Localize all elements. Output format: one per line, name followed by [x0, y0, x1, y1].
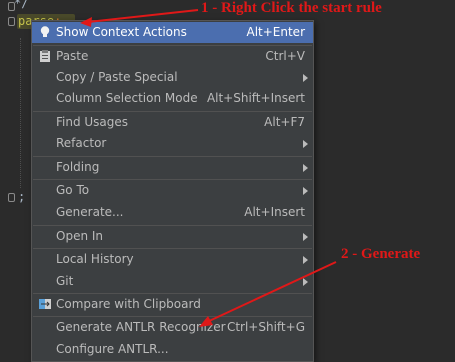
menu-item-label: Show Context Actions — [56, 25, 187, 39]
rule-end-semicolon: ; — [18, 190, 26, 204]
menu-item-label: Configure ANTLR... — [56, 342, 169, 356]
fold-marker-rule[interactable] — [8, 17, 15, 26]
menu-item-label: Git — [56, 274, 74, 288]
menu-item-paste[interactable]: Paste Ctrl+V — [32, 46, 313, 67]
submenu-arrow-icon — [303, 233, 308, 241]
menu-item-folding[interactable]: Folding — [32, 157, 313, 178]
editor-gutter — [0, 0, 14, 362]
menu-item-shortcut: Ctrl+Shift+G — [226, 320, 305, 334]
compare-icon — [38, 297, 52, 311]
comment-end-text: */ — [14, 0, 29, 10]
submenu-arrow-icon — [303, 164, 308, 172]
menu-item-label: Folding — [56, 160, 100, 174]
menu-item-generate-antlr-recognizer[interactable]: Generate ANTLR Recognizer Ctrl+Shift+G — [32, 317, 313, 338]
ide-screen: */ parse: ; Show Context Actions Alt+Ent… — [0, 0, 455, 362]
menu-item-go-to[interactable]: Go To — [32, 180, 313, 201]
context-menu: Show Context Actions Alt+Enter Paste Ctr… — [31, 20, 314, 362]
menu-item-show-context-actions[interactable]: Show Context Actions Alt+Enter — [32, 22, 313, 43]
menu-item-label: Go To — [56, 183, 90, 197]
annotation-step-2: 2 - Generate — [341, 246, 421, 262]
clipboard-icon — [38, 49, 52, 63]
menu-item-label: Generate ANTLR Recognizer — [56, 320, 226, 334]
menu-item-find-usages[interactable]: Find Usages Alt+F7 — [32, 112, 313, 133]
fold-marker-end[interactable] — [8, 193, 15, 202]
menu-item-label: Paste — [56, 49, 89, 63]
submenu-arrow-icon — [303, 256, 308, 264]
menu-item-refactor[interactable]: Refactor — [32, 133, 313, 154]
menu-item-label: Generate... — [56, 205, 124, 219]
menu-item-compare-with-clipboard[interactable]: Compare with Clipboard — [32, 294, 313, 315]
menu-item-label: Column Selection Mode — [56, 91, 198, 105]
menu-item-open-in[interactable]: Open In — [32, 226, 313, 247]
menu-item-label: Refactor — [56, 136, 107, 150]
submenu-arrow-icon — [303, 140, 308, 148]
lightbulb-icon — [38, 25, 52, 39]
menu-item-git[interactable]: Git — [32, 271, 313, 292]
menu-item-shortcut: Ctrl+V — [265, 49, 305, 63]
menu-item-shortcut: Alt+Insert — [244, 205, 305, 219]
fold-marker-top[interactable] — [8, 2, 15, 11]
menu-item-label: Copy / Paste Special — [56, 70, 178, 84]
menu-item-generate[interactable]: Generate... Alt+Insert — [32, 202, 313, 223]
menu-item-configure-antlr[interactable]: Configure ANTLR... — [32, 339, 313, 360]
submenu-arrow-icon — [303, 278, 308, 286]
menu-item-shortcut: Alt+F7 — [264, 115, 305, 129]
menu-item-label: Open In — [56, 229, 104, 243]
submenu-arrow-icon — [303, 187, 308, 195]
menu-item-shortcut: Alt+Shift+Insert — [206, 91, 305, 105]
menu-item-label: Compare with Clipboard — [56, 297, 201, 311]
submenu-arrow-icon — [303, 74, 308, 82]
menu-item-copy-paste-special[interactable]: Copy / Paste Special — [32, 67, 313, 88]
annotation-step-1: 1 - Right Click the start rule — [201, 0, 382, 16]
indent-guide — [20, 38, 22, 188]
menu-item-label: Find Usages — [56, 115, 129, 129]
menu-item-shortcut: Alt+Enter — [246, 25, 305, 39]
menu-item-column-selection-mode[interactable]: Column Selection Mode Alt+Shift+Insert — [32, 88, 313, 109]
menu-item-local-history[interactable]: Local History — [32, 249, 313, 270]
menu-item-label: Local History — [56, 252, 134, 266]
